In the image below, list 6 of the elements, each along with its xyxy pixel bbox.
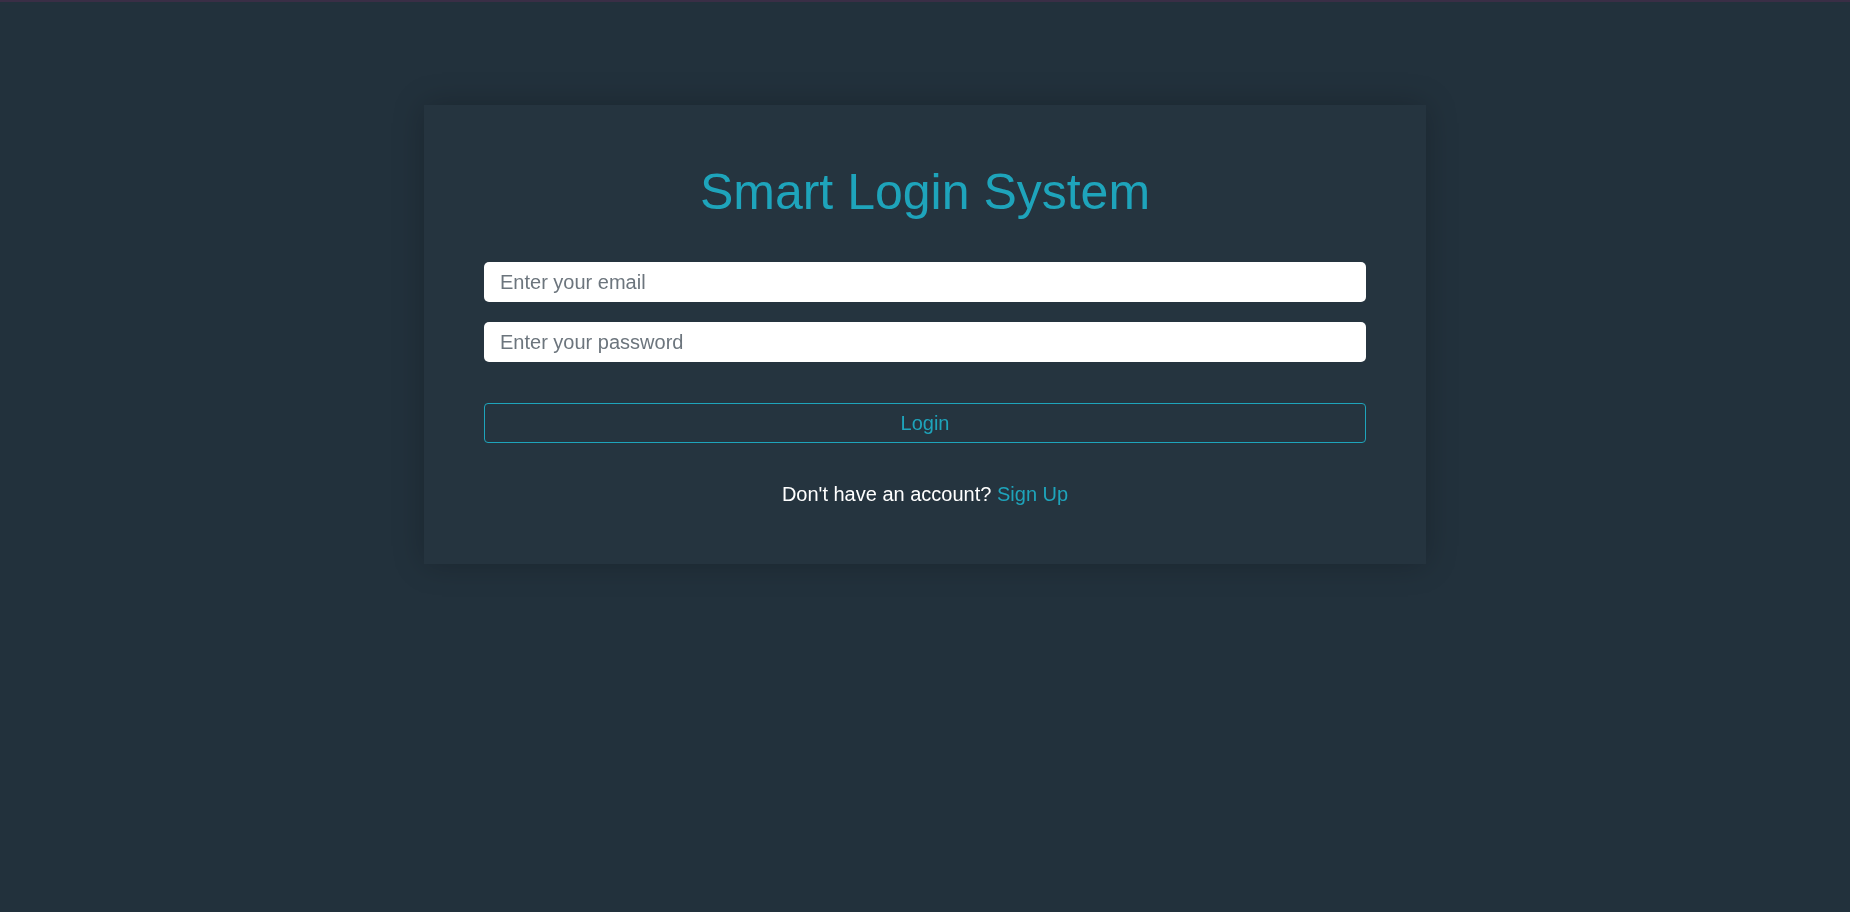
sign-up-link[interactable]: Sign Up (996, 483, 1069, 505)
signup-prompt-text: Don't have an account? (781, 483, 992, 505)
email-field[interactable]: Enter your email (484, 262, 1366, 302)
password-field[interactable]: Enter your password (484, 322, 1366, 362)
page-title: Smart Login System (699, 163, 1151, 222)
login-button[interactable]: Login (484, 403, 1366, 443)
